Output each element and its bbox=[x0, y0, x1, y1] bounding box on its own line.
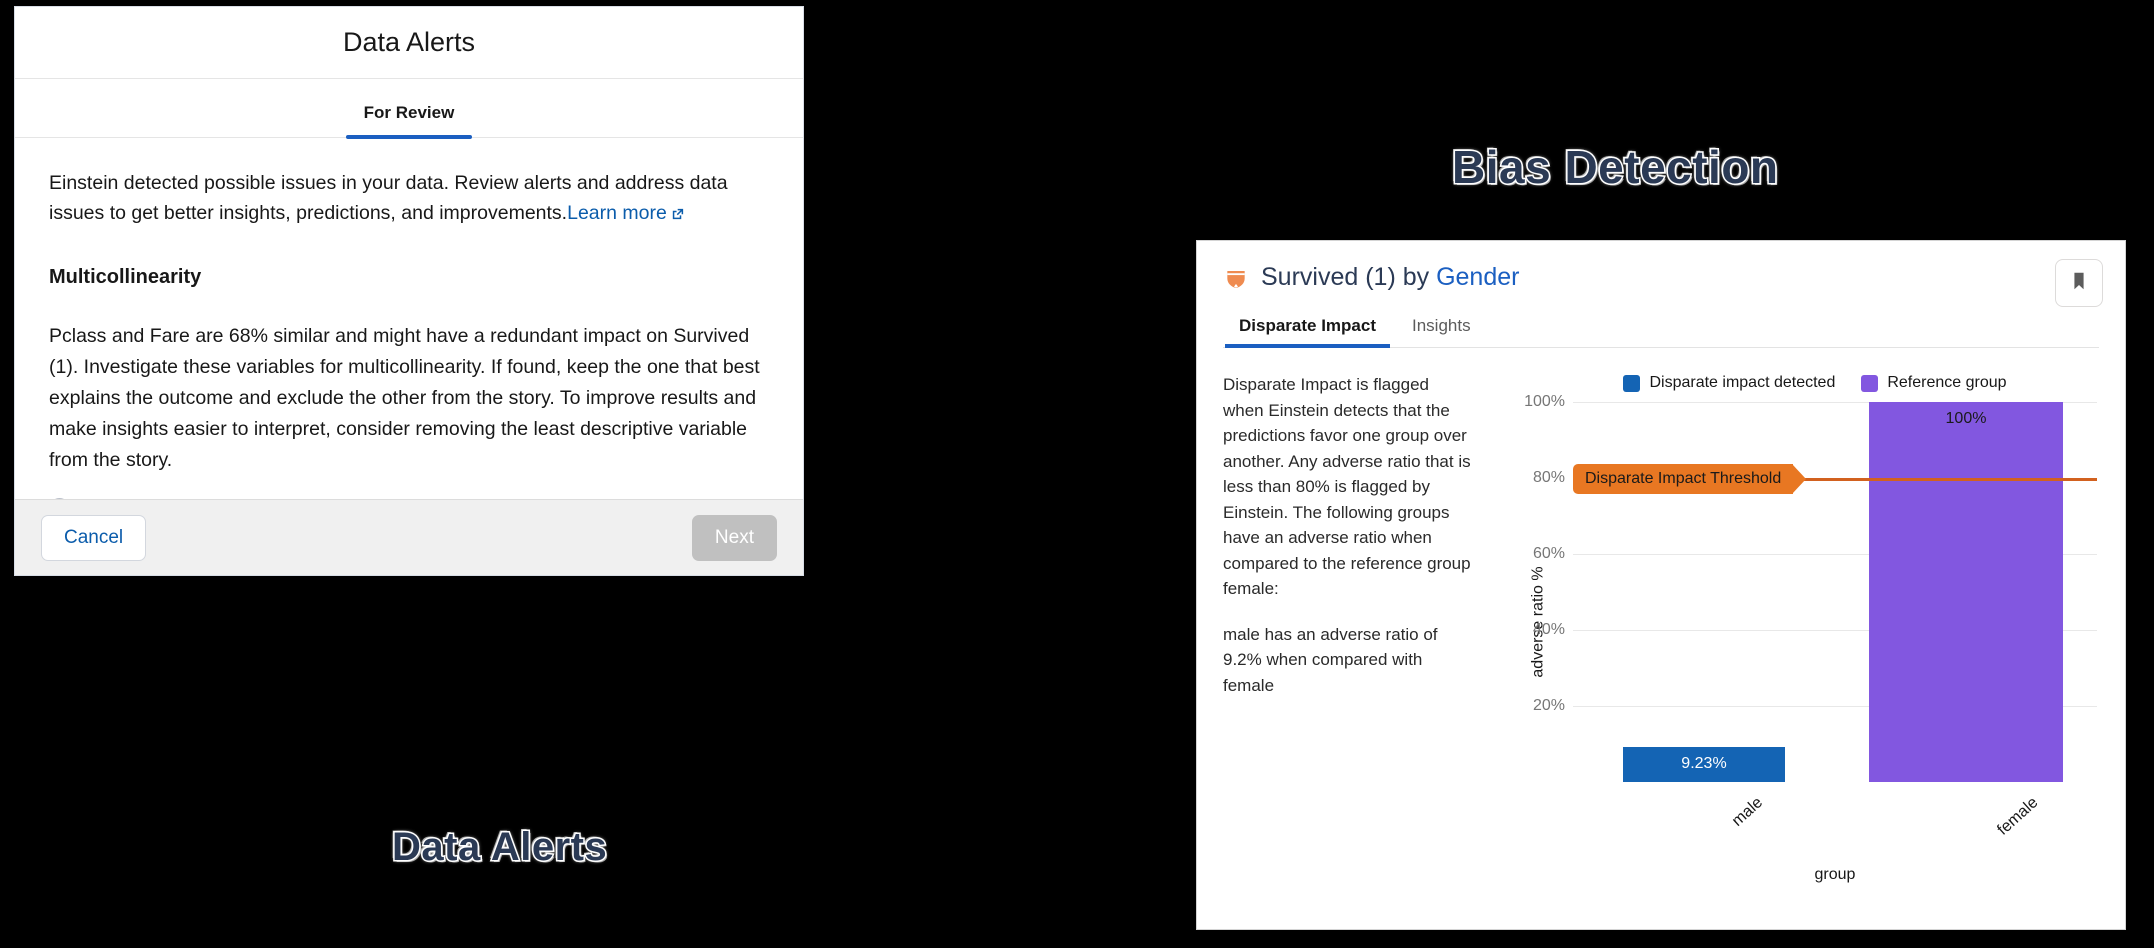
card-tab-bar: Disparate Impact Insights bbox=[1223, 310, 2099, 348]
legend-item-reference: Reference group bbox=[1861, 374, 2007, 392]
y-tick-label: 60% bbox=[1532, 545, 1565, 562]
disparate-impact-chart: Disparate impact detected Reference grou… bbox=[1473, 372, 2103, 919]
y-axis-ticks: 100% 80% 60% 40% 20% bbox=[1509, 393, 1571, 782]
card-title-prefix: Survived (1) by bbox=[1261, 263, 1437, 291]
annotation-data-alerts: Data Alerts bbox=[390, 824, 608, 871]
intro-text: Einstein detected possible issues in you… bbox=[49, 168, 769, 228]
chart-legend: Disparate impact detected Reference grou… bbox=[1487, 374, 2103, 392]
bar-value-label: 100% bbox=[1945, 410, 1987, 427]
tab-for-review[interactable]: For Review bbox=[345, 103, 473, 139]
tab-insights-label: Insights bbox=[1412, 316, 1471, 335]
tab-disparate-impact[interactable]: Disparate Impact bbox=[1225, 310, 1390, 348]
data-alerts-modal: Data Alerts For Review Einstein detected… bbox=[14, 6, 804, 576]
bar-female[interactable]: 100% bbox=[1869, 402, 2063, 782]
y-tick-label: 40% bbox=[1532, 621, 1565, 638]
legend-swatch bbox=[1861, 374, 1879, 392]
einstein-badge-icon bbox=[1223, 265, 1249, 291]
bookmark-button[interactable] bbox=[2055, 259, 2103, 307]
explanation-paragraph-2: male has an adverse ratio of 9.2% when c… bbox=[1223, 624, 1438, 695]
bias-detection-card: Survived (1) by Gender Disparate Impact … bbox=[1196, 240, 2126, 930]
card-body: Disparate Impact is flagged when Einstei… bbox=[1197, 348, 2125, 929]
explanation-paragraph-1: Disparate Impact is flagged when Einstei… bbox=[1223, 375, 1471, 598]
external-link-icon bbox=[670, 200, 685, 220]
disparate-impact-explanation: Disparate Impact is flagged when Einstei… bbox=[1223, 372, 1473, 919]
bookmark-icon bbox=[2068, 270, 2090, 297]
alert-section-title: Multicollinearity bbox=[49, 266, 202, 289]
bar-male[interactable]: 9.23% bbox=[1622, 746, 1786, 782]
plot-area: adverse ratio % 100% 80% 60% 40% 20% 9.23% 10… bbox=[1487, 393, 2103, 883]
screenshot-stage: Data Alerts For Review Einstein detected… bbox=[0, 0, 2154, 948]
modal-header: Data Alerts bbox=[15, 7, 803, 79]
card-title-gender-link[interactable]: Gender bbox=[1436, 263, 1519, 291]
annotation-bias-detection: Bias Detection bbox=[1451, 140, 1780, 195]
x-tick-label-male: male bbox=[1728, 794, 1766, 830]
learn-more-label: Learn more bbox=[567, 202, 667, 225]
x-tick-label-female: female bbox=[1994, 794, 2042, 839]
modal-tab-bar: For Review bbox=[15, 79, 803, 139]
x-axis-title: group bbox=[1814, 866, 1856, 883]
alert-description: Pclass and Fare are 68% similar and migh… bbox=[49, 325, 760, 471]
learn-more-link[interactable]: Learn more bbox=[567, 202, 685, 224]
legend-swatch bbox=[1623, 374, 1641, 392]
y-tick-label: 20% bbox=[1532, 697, 1565, 714]
tab-disparate-impact-label: Disparate Impact bbox=[1239, 316, 1376, 335]
y-tick-label: 100% bbox=[1524, 393, 1565, 410]
legend-item-detected: Disparate impact detected bbox=[1623, 374, 1835, 392]
card-title: Survived (1) by Gender bbox=[1261, 263, 1519, 292]
tab-for-review-label: For Review bbox=[363, 103, 455, 122]
y-tick-label: 80% bbox=[1532, 469, 1565, 486]
card-title-row: Survived (1) by Gender bbox=[1223, 263, 2099, 292]
card-header: Survived (1) by Gender Disparate Impact … bbox=[1197, 241, 2125, 348]
cancel-button[interactable]: Cancel bbox=[41, 514, 147, 561]
threshold-badge: Disparate Impact Threshold bbox=[1573, 464, 1807, 494]
modal-footer: Cancel Next bbox=[15, 499, 803, 575]
modal-body: Einstein detected possible issues in you… bbox=[15, 138, 803, 499]
x-axis-tick-labels: male female bbox=[1573, 784, 2097, 854]
legend-label-reference: Reference group bbox=[1887, 374, 2007, 391]
bar-value-label: 9.23% bbox=[1681, 754, 1727, 772]
page-title: Data Alerts bbox=[342, 27, 476, 57]
plot-grid: 9.23% 100% Disparate Impact Threshold bbox=[1573, 402, 2097, 782]
legend-label-detected: Disparate impact detected bbox=[1649, 374, 1836, 391]
tab-insights[interactable]: Insights bbox=[1398, 310, 1485, 347]
next-button[interactable]: Next bbox=[691, 514, 777, 561]
